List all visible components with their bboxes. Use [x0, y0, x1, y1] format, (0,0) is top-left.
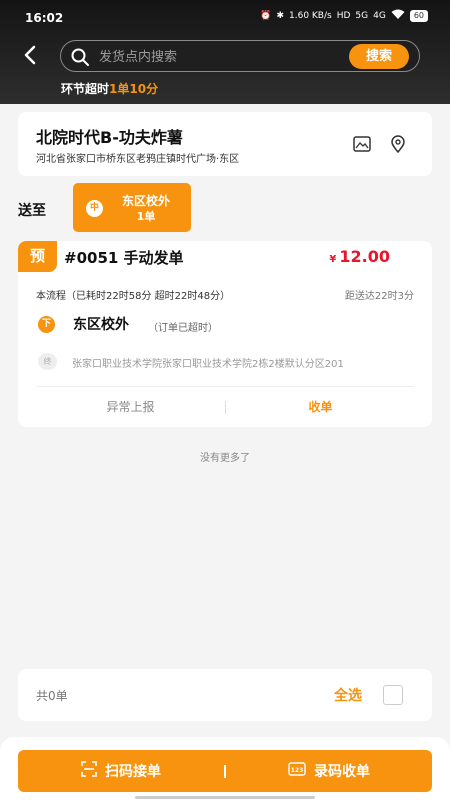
- keypad-icon: 123: [288, 762, 306, 780]
- store-address: 河北省张家口市桥东区老鸦庄镇时代广场·东区: [36, 154, 240, 165]
- scan-receive-label: 扫码接单: [105, 764, 161, 780]
- divider: [36, 386, 414, 387]
- overtime-summary: 环节超时1单10分: [61, 80, 158, 97]
- home-indicator: [135, 796, 315, 799]
- search-button[interactable]: 搜索: [349, 44, 409, 69]
- list-end-text: 没有更多了: [200, 453, 250, 464]
- search-icon: [70, 47, 90, 67]
- price-value: 12.00: [339, 247, 390, 266]
- final-stop-badge: 终: [38, 353, 57, 370]
- wifi-icon: [391, 9, 405, 23]
- search-input[interactable]: [99, 47, 339, 67]
- bluetooth-icon: ✱: [276, 11, 284, 21]
- store-card: 北院时代B-功夫炸薯 河北省张家口市桥东区老鸦庄镇时代广场·东区: [18, 112, 432, 176]
- select-all-label[interactable]: 全选: [334, 685, 362, 705]
- enter-code-label: 录码收单: [314, 764, 370, 780]
- order-price: ¥12.00: [329, 247, 390, 266]
- select-all-checkbox[interactable]: [383, 685, 403, 705]
- overtime-label: 环节超时: [61, 82, 110, 96]
- currency-symbol: ¥: [329, 254, 337, 265]
- enter-code-button[interactable]: 123 录码收单: [226, 750, 432, 792]
- order-number: #0051 手动发单: [64, 249, 184, 267]
- store-name: 北院时代B-功夫炸薯: [36, 128, 183, 147]
- scan-icon: [81, 761, 97, 781]
- scan-receive-button[interactable]: 扫码接单: [18, 750, 224, 792]
- send-to-label: 送至: [18, 203, 46, 219]
- select-bar: 共0单 全选: [18, 669, 432, 721]
- battery-icon: 60: [409, 10, 428, 22]
- distance-info: 距送达22时3分: [344, 291, 414, 302]
- location-pin-icon[interactable]: [388, 134, 408, 154]
- svg-text:123: 123: [291, 767, 304, 774]
- destination-chip[interactable]: 中 东区校外 1单: [73, 183, 191, 232]
- next-stop-badge: 下: [38, 316, 55, 333]
- report-exception-button[interactable]: 异常上报: [36, 393, 225, 421]
- destination-chip-badge: 中: [86, 200, 103, 217]
- status-bar: 16:02 ⏰ ✱ 1.60 KB/s HD 5G 4G 60: [0, 0, 450, 36]
- network-speed: 1.60 KB/s: [289, 11, 332, 21]
- action-bar: 扫码接单 123 录码收单: [18, 750, 432, 792]
- receive-order-button[interactable]: 收单: [226, 393, 415, 421]
- signal-4g-icon: 4G: [373, 11, 386, 21]
- overtime-value: 1单10分: [109, 82, 159, 96]
- final-address: 张家口职业技术学院张家口职业技术学院2栋2楼默认分区201: [72, 359, 344, 370]
- destination-chip-name: 东区校外: [121, 194, 170, 208]
- total-count: 共0单: [36, 689, 68, 703]
- search-box: 搜索: [60, 40, 420, 72]
- destination-name: 东区校外: [73, 317, 129, 333]
- image-icon[interactable]: [352, 134, 372, 154]
- header: 16:02 ⏰ ✱ 1.60 KB/s HD 5G 4G 60 搜索 环节超时1…: [0, 0, 450, 104]
- order-card[interactable]: 预 #0051 手动发单 ¥12.00 本流程（已耗时22时58分 超时22时4…: [18, 241, 432, 427]
- alarm-icon: ⏰: [260, 11, 272, 21]
- status-icons: ⏰ ✱ 1.60 KB/s HD 5G 4G 60: [260, 9, 428, 23]
- preorder-badge: 预: [18, 241, 57, 272]
- destination-chip-count: 1单: [136, 210, 156, 223]
- destination-note: （订单已超时）: [148, 323, 218, 334]
- hd-icon: HD: [336, 11, 351, 21]
- status-time: 16:02: [25, 11, 64, 25]
- flow-info: 本流程（已耗时22时58分 超时22时48分）: [36, 291, 231, 302]
- back-arrow-icon[interactable]: [20, 44, 42, 66]
- signal-5g-icon: 5G: [355, 11, 369, 21]
